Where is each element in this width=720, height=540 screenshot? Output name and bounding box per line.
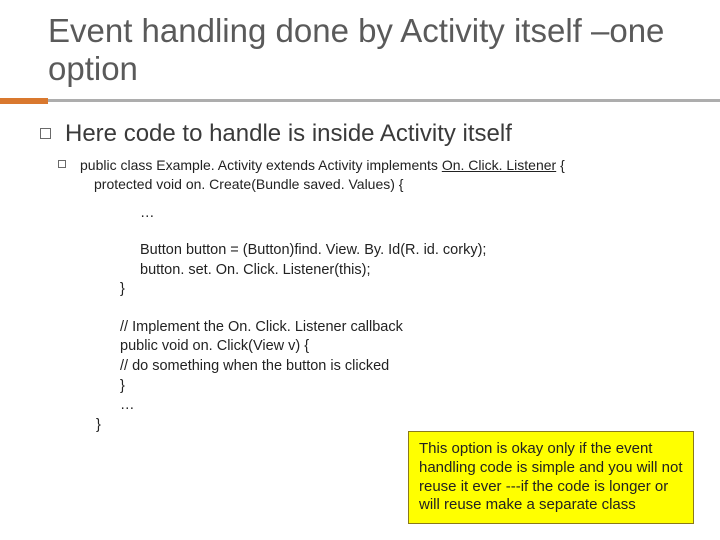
code-intro-row: public class Example. Activity extends A… xyxy=(58,156,680,194)
code-close: } xyxy=(120,280,680,300)
callout-box: This option is okay only if the event ha… xyxy=(408,431,694,524)
code-line-1: public class Example. Activity extends A… xyxy=(80,156,565,194)
code-ellipsis: … xyxy=(140,204,680,224)
code-text: public class Example. Activity extends A… xyxy=(80,157,442,173)
bullet-icon xyxy=(58,160,66,168)
code-line-2: protected void on. Create(Bundle saved. … xyxy=(80,175,565,194)
code-line: // do something when the button is click… xyxy=(120,357,680,377)
code-line: button. set. On. Click. Listener(this); xyxy=(140,261,680,281)
code-line: public void on. Click(View v) { xyxy=(120,337,680,357)
code-ellipsis: … xyxy=(120,396,680,416)
code-block: … Button button = (Button)find. View. By… xyxy=(40,204,680,436)
code-text: { xyxy=(556,157,565,173)
bullet-subtitle: Here code to handle is inside Activity i… xyxy=(40,120,680,148)
subtitle-text: Here code to handle is inside Activity i… xyxy=(65,120,512,148)
slide-title: Event handling done by Activity itself –… xyxy=(0,0,720,92)
code-line: } xyxy=(120,377,680,397)
code-line: Button button = (Button)find. View. By. … xyxy=(140,241,680,261)
code-comment: // Implement the On. Click. Listener cal… xyxy=(120,318,680,338)
code-text: button. set. On. Click. Listener(this); xyxy=(140,262,370,278)
bullet-icon xyxy=(40,128,51,139)
slide-content: Here code to handle is inside Activity i… xyxy=(0,104,720,435)
code-underlined: On. Click. Listener xyxy=(442,157,556,173)
